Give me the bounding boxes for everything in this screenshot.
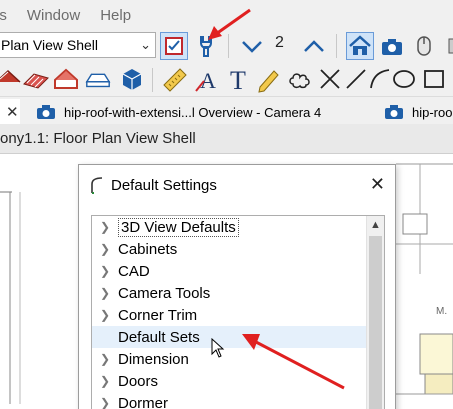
- cloud-icon: [289, 73, 310, 89]
- tab-floor-plan[interactable]: ✕: [0, 99, 20, 125]
- document-tab-bar: ✕ hip-roof-with-extensi...l Overview - C…: [0, 96, 453, 125]
- svg-text:T: T: [230, 66, 246, 93]
- tab-camera-4[interactable]: hip-roof-with-extensi...l Overview - Cam…: [30, 99, 370, 125]
- checklist-icon: [165, 37, 183, 55]
- chevron-right-icon[interactable]: ❯: [92, 242, 118, 256]
- roof-icon: [0, 69, 21, 83]
- tab-label: hip-roo: [412, 104, 453, 120]
- current-floor-number: 2: [275, 34, 284, 51]
- chevron-right-icon[interactable]: ❯: [92, 374, 118, 388]
- x-lines-icon: [320, 69, 340, 89]
- dialog-title-bar[interactable]: Default Settings: [79, 165, 395, 205]
- dialog-title: Default Settings: [111, 176, 217, 194]
- camera-icon: [385, 105, 403, 119]
- line-icon: [346, 69, 366, 89]
- mouse-cursor-icon: [211, 338, 225, 358]
- chevron-right-icon[interactable]: ❯: [92, 286, 118, 300]
- camera-button[interactable]: [378, 32, 406, 60]
- plan-view-button[interactable]: [346, 32, 374, 60]
- list-item[interactable]: ❯ Doors: [92, 370, 366, 392]
- chevron-up-icon[interactable]: ▲: [370, 219, 381, 231]
- list-item[interactable]: ❯ Dimension: [92, 348, 366, 370]
- cube-icon: [122, 69, 142, 90]
- text-arrow-icon: A: [195, 68, 216, 93]
- layers-icon: [448, 38, 453, 54]
- hip-roof-button[interactable]: [52, 65, 80, 93]
- rectangle-icon: [424, 70, 444, 88]
- box-tool-button[interactable]: [420, 65, 448, 93]
- menu-tools-cut[interactable]: ls: [0, 7, 7, 24]
- chevron-right-icon[interactable]: ❯: [92, 264, 118, 278]
- cad-x-button[interactable]: [316, 65, 344, 93]
- toolbar-primary: Plan View Shell ⌄ 2: [0, 30, 453, 62]
- list-item[interactable]: ❯ Dormer: [92, 392, 366, 409]
- svg-text:A: A: [200, 68, 216, 93]
- cloud-tool-button[interactable]: [286, 65, 314, 93]
- close-icon[interactable]: ✕: [6, 103, 19, 121]
- circle-tool-button[interactable]: [390, 65, 418, 93]
- list-scrollbar[interactable]: ▲: [366, 216, 384, 409]
- mouse-icon: [417, 36, 431, 56]
- toolbar-divider: [152, 68, 153, 92]
- toolbar-drawing: A T: [0, 62, 453, 96]
- roof-tool-button[interactable]: [0, 65, 22, 93]
- mouse-orbit-button[interactable]: [410, 32, 438, 60]
- list-item-default-sets[interactable]: Default Sets: [92, 326, 366, 348]
- canvas-label: M.: [436, 306, 447, 317]
- text-icon: T: [230, 66, 246, 93]
- rich-text-button[interactable]: [256, 65, 284, 93]
- text-tool-button[interactable]: T: [226, 65, 254, 93]
- roof-plane-icon: [23, 73, 49, 89]
- default-settings-dialog: Default Settings ✕ ❯ 3D View Defaults ❯ …: [78, 164, 396, 409]
- hip-roof-icon: [54, 68, 78, 89]
- default-settings-button[interactable]: [192, 32, 220, 60]
- chevron-down-icon: [242, 41, 262, 53]
- list-item[interactable]: ❯ Camera Tools: [92, 282, 366, 304]
- toolbar-divider: [336, 34, 337, 58]
- skylight-button[interactable]: [84, 65, 112, 93]
- ruler-icon: [163, 68, 187, 92]
- checklist-button[interactable]: [160, 32, 188, 60]
- tab-label: hip-roof-with-extensi...l Overview - Cam…: [64, 104, 322, 120]
- text-arrow-button[interactable]: A: [194, 65, 222, 93]
- skylight-icon: [85, 73, 111, 88]
- circle-icon: [393, 70, 415, 88]
- view-title: ony1.1: Floor Plan View Shell: [0, 130, 196, 147]
- defaults-tree-list[interactable]: ❯ 3D View Defaults ❯ Cabinets ❯ CAD ❯ Ca…: [91, 215, 385, 409]
- list-item[interactable]: ❯ 3D View Defaults: [92, 216, 366, 238]
- cube-tool-button[interactable]: [118, 65, 146, 93]
- house-icon: [349, 35, 371, 55]
- list-item[interactable]: ❯ Cabinets: [92, 238, 366, 260]
- plan-view-select[interactable]: Plan View Shell ⌄: [0, 32, 156, 58]
- scrollbar-thumb[interactable]: [369, 236, 382, 409]
- settings-arc-icon: [91, 177, 103, 194]
- view-title-bar: ony1.1: Floor Plan View Shell: [0, 124, 453, 154]
- list-item[interactable]: ❯ CAD: [92, 260, 366, 282]
- menu-bar: ls Window Help: [0, 0, 453, 30]
- floor-up-button[interactable]: [300, 32, 328, 60]
- roof-plane-button[interactable]: [22, 65, 50, 93]
- floor-down-button[interactable]: [238, 32, 266, 60]
- camera-icon: [37, 105, 55, 119]
- chevron-right-icon[interactable]: ❯: [92, 220, 118, 234]
- chevron-right-icon[interactable]: ❯: [92, 396, 118, 409]
- tab-hip-roof[interactable]: hip-roo: [378, 99, 453, 125]
- more-toolbar-button[interactable]: [440, 32, 453, 60]
- chevron-right-icon[interactable]: ❯: [92, 308, 118, 322]
- menu-help[interactable]: Help: [100, 7, 131, 24]
- menu-window[interactable]: Window: [27, 7, 80, 24]
- chevron-down-icon: ⌄: [140, 37, 151, 52]
- chevron-up-icon: [304, 40, 324, 52]
- arc-icon: [370, 69, 390, 89]
- pencil-text-icon: [258, 70, 279, 93]
- chevron-right-icon[interactable]: ❯: [92, 352, 118, 366]
- toolbar-divider: [228, 34, 229, 58]
- list-item[interactable]: ❯ Corner Trim: [92, 304, 366, 326]
- close-icon[interactable]: ✕: [370, 174, 385, 195]
- wrench-icon: [200, 36, 212, 57]
- camera-icon: [382, 39, 402, 55]
- plan-view-select-value: Plan View Shell: [1, 37, 99, 53]
- dimension-tool-button[interactable]: [160, 65, 188, 93]
